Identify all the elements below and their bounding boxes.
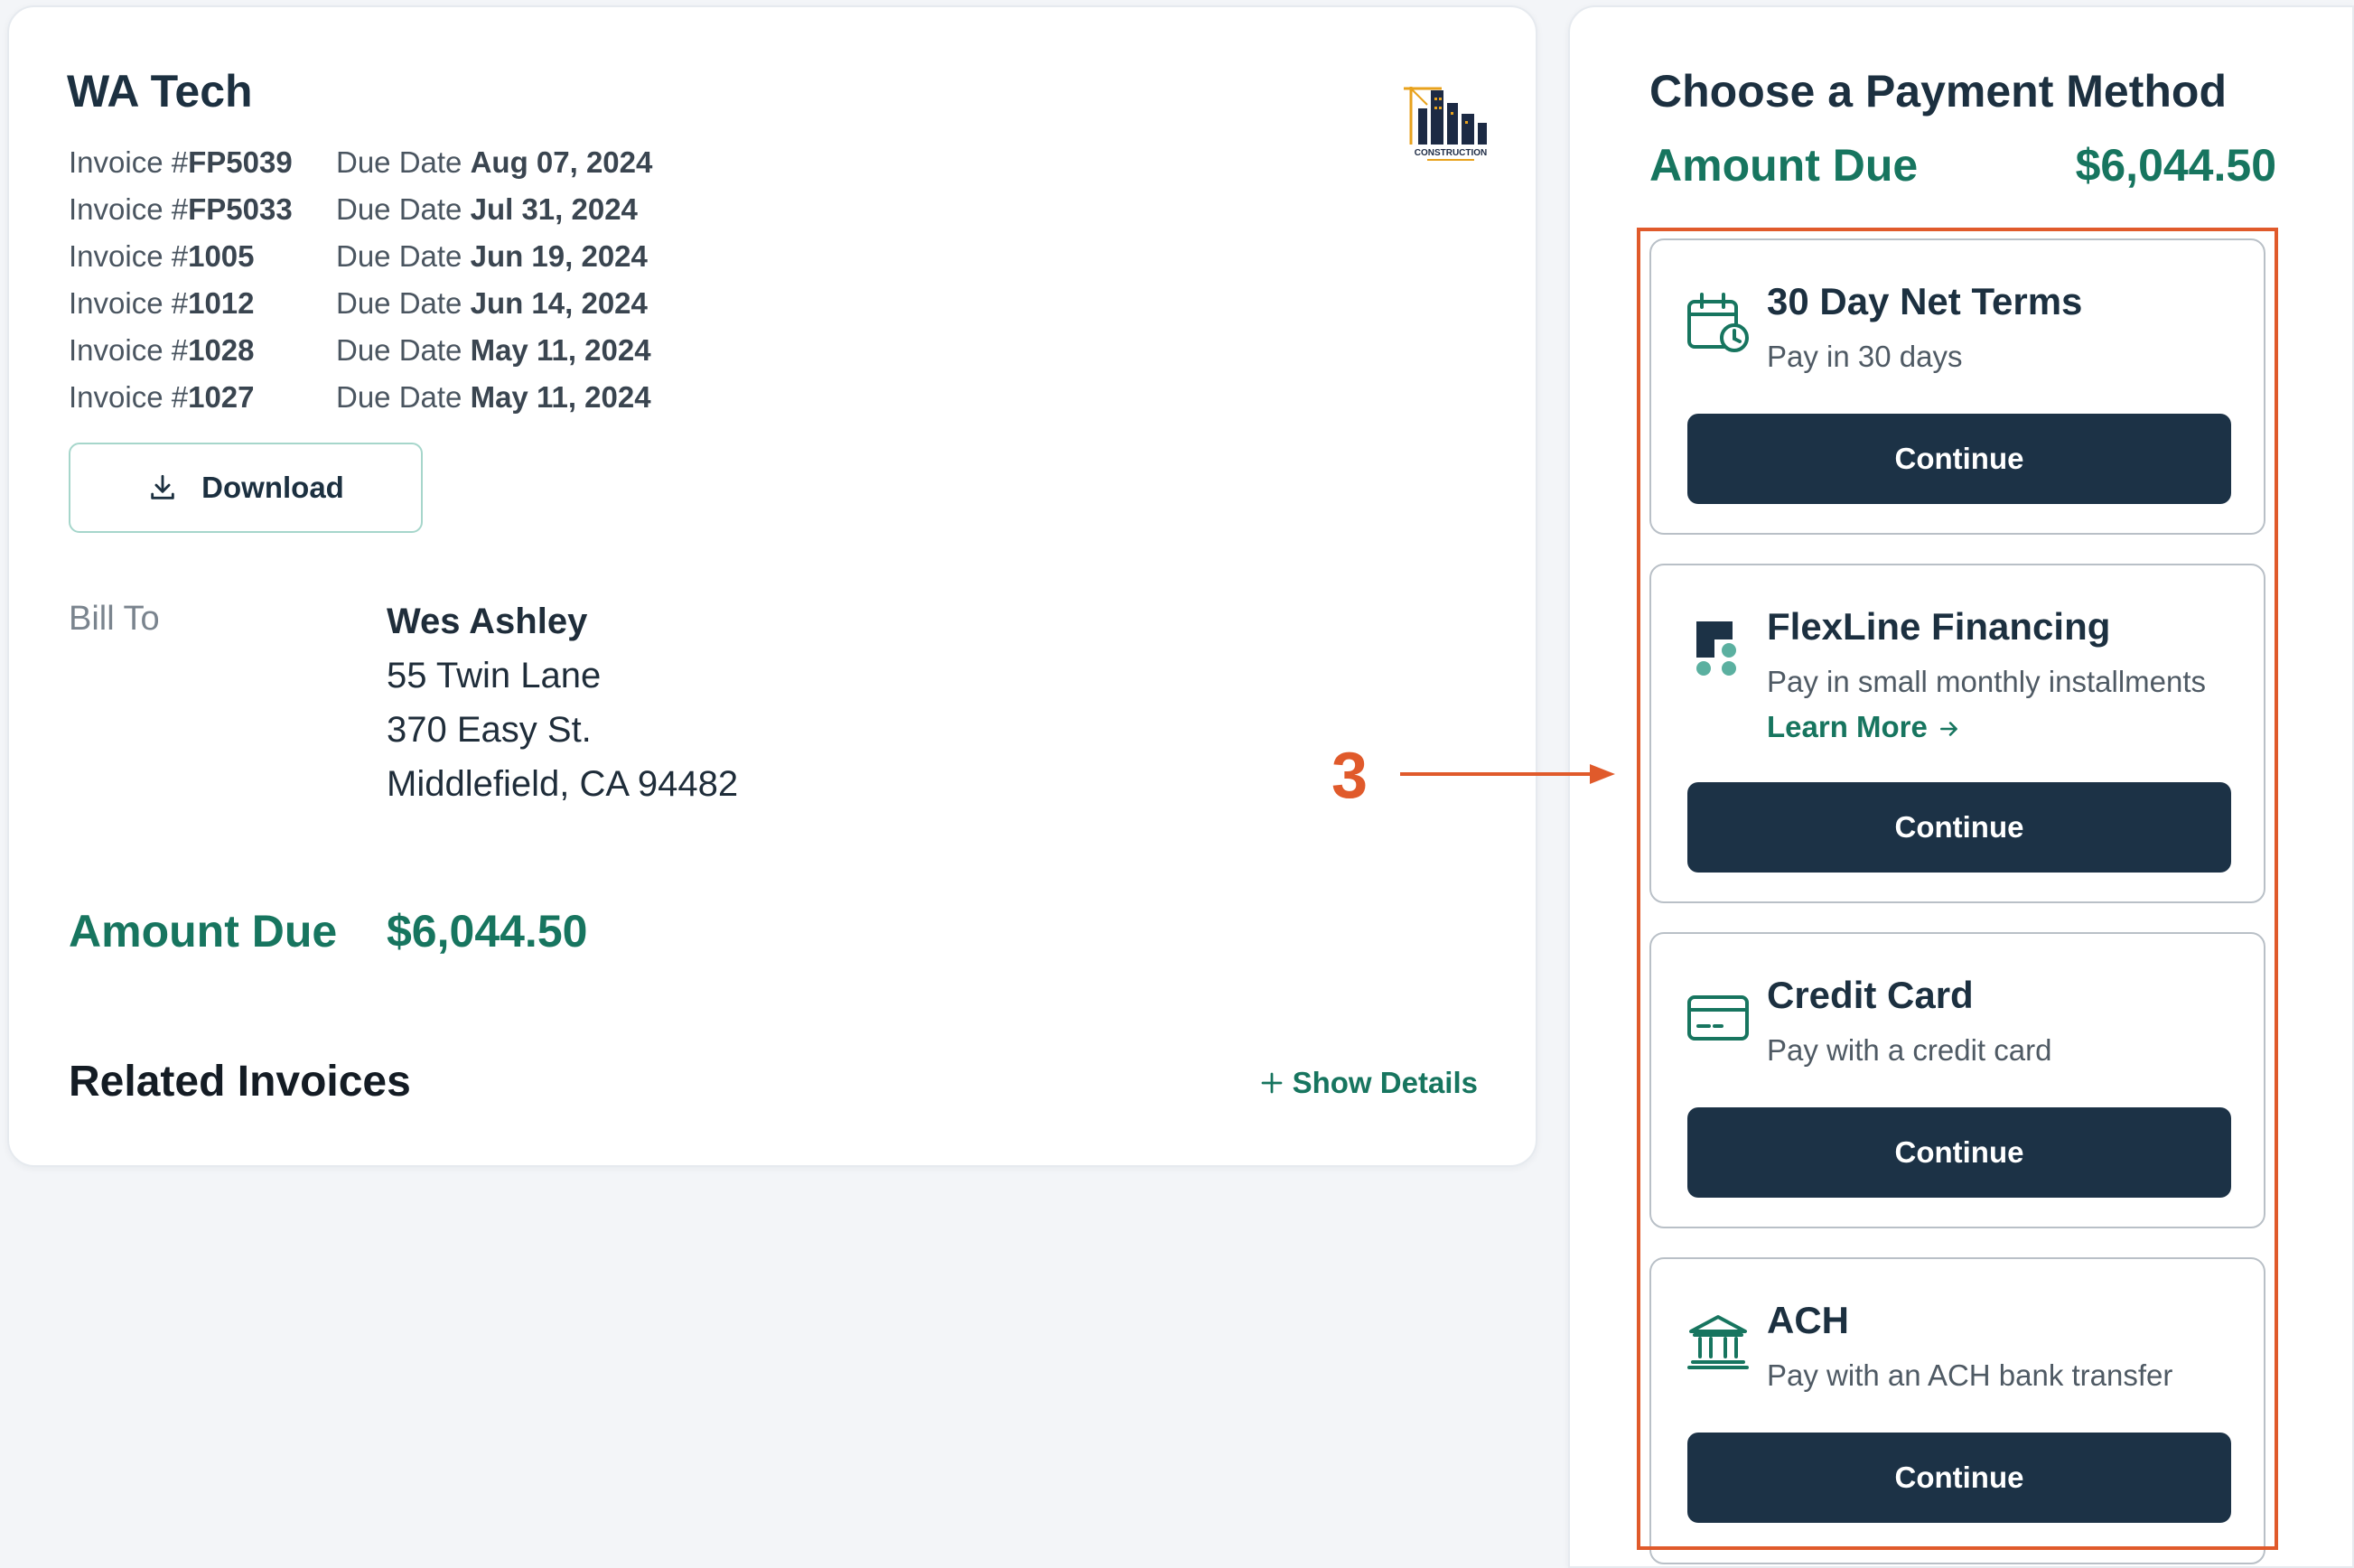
- amount-due-label: Amount Due: [69, 906, 338, 957]
- due-date: May 11, 2024: [470, 333, 651, 367]
- invoice-prefix: Invoice #: [69, 145, 189, 179]
- bill-to-line1: 55 Twin Lane: [387, 656, 602, 695]
- annotation-arrow-icon: [1400, 764, 1615, 784]
- due-date: Jul 31, 2024: [470, 192, 638, 226]
- show-details-link[interactable]: Show Details: [1258, 1066, 1478, 1100]
- due-date: Aug 07, 2024: [470, 145, 653, 179]
- invoice-prefix: Invoice #: [69, 192, 189, 226]
- payment-method-title: Choose a Payment Method: [1649, 66, 2227, 117]
- show-details-label: Show Details: [1292, 1066, 1478, 1099]
- related-invoices-title: Related Invoices: [69, 1058, 411, 1106]
- invoice-row: Invoice #1012 Due Date Jun 14, 2024: [69, 280, 652, 327]
- invoice-prefix: Invoice #: [69, 333, 189, 367]
- company-name: WA Tech: [67, 66, 253, 117]
- amount-due-value: $6,044.50: [387, 906, 588, 957]
- payment-amount-due-label: Amount Due: [1649, 140, 1919, 191]
- due-label: Due Date: [336, 239, 471, 273]
- payment-amount-due-value: $6,044.50: [2075, 140, 2276, 191]
- invoice-number: 1012: [188, 286, 255, 320]
- invoice-prefix: Invoice #: [69, 286, 189, 320]
- invoice-number: 1027: [188, 380, 255, 414]
- invoice-number: 1028: [188, 333, 255, 367]
- invoice-number: FP5033: [188, 192, 293, 226]
- bill-to-address: Wes Ashley 55 Twin Lane 370 Easy St. Mid…: [387, 594, 738, 811]
- bill-to-label: Bill To: [69, 600, 160, 638]
- invoice-row: Invoice #1027 Due Date May 11, 2024: [69, 374, 652, 421]
- download-icon: [151, 474, 174, 499]
- invoice-number: 1005: [188, 239, 255, 273]
- invoice-prefix: Invoice #: [69, 239, 189, 273]
- due-label: Due Date: [336, 333, 471, 367]
- download-button[interactable]: Download: [69, 443, 423, 533]
- due-label: Due Date: [336, 380, 471, 414]
- due-date: May 11, 2024: [470, 380, 651, 414]
- bill-to-line3: Middlefield, CA 94482: [387, 764, 739, 804]
- due-date: Jun 19, 2024: [470, 239, 648, 273]
- due-label: Due Date: [336, 192, 471, 226]
- logo-text: CONSTRUCTION: [1415, 148, 1488, 158]
- invoice-list: Invoice #FP5039 Due Date Aug 07, 2024 In…: [69, 139, 652, 421]
- invoice-row: Invoice #1005 Due Date Jun 19, 2024: [69, 233, 652, 280]
- invoice-prefix: Invoice #: [69, 380, 189, 414]
- due-label: Due Date: [336, 145, 471, 179]
- due-date: Jun 14, 2024: [470, 286, 648, 320]
- bill-to-name: Wes Ashley: [387, 602, 588, 641]
- download-label: Download: [201, 471, 344, 504]
- due-label: Due Date: [336, 286, 471, 320]
- invoice-row: Invoice #FP5039 Due Date Aug 07, 2024: [69, 139, 652, 186]
- invoice-row: Invoice #1028 Due Date May 11, 2024: [69, 327, 652, 374]
- bill-to-line2: 370 Easy St.: [387, 710, 592, 750]
- invoice-row: Invoice #FP5033 Due Date Jul 31, 2024: [69, 186, 652, 233]
- plus-icon: [1261, 1072, 1282, 1094]
- highlight-box: [1637, 228, 2278, 1550]
- invoice-card: WA Tech CONSTRUCTION Invoice #FP5039 Due…: [7, 5, 1537, 1167]
- construction-logo: CONSTRUCTION: [1404, 87, 1488, 161]
- invoice-number: FP5039: [188, 145, 293, 179]
- annotation-number: 3: [1331, 740, 1368, 812]
